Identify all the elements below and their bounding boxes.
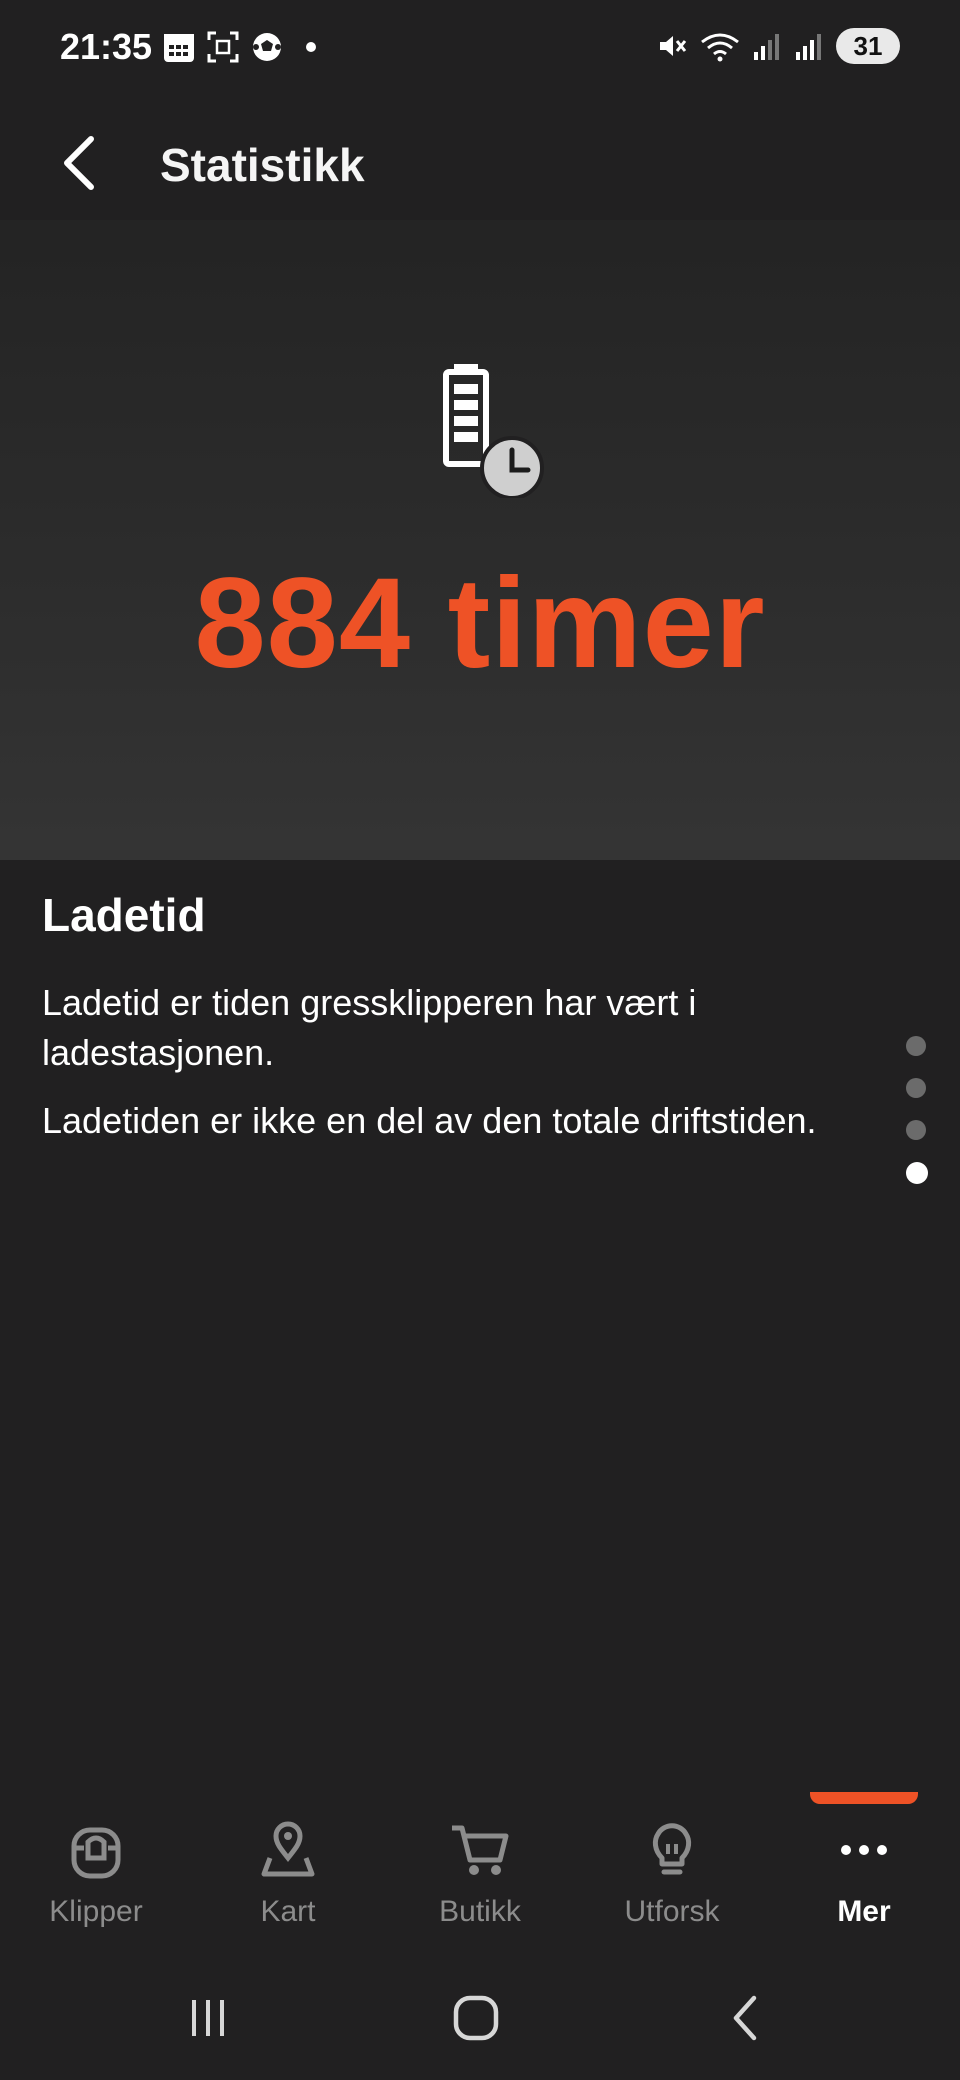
page-dot[interactable] [906, 1036, 926, 1056]
page-dot[interactable] [906, 1078, 926, 1098]
nav-label: Mer [837, 1895, 891, 1928]
nav-item-utforsk[interactable]: Utforsk [576, 1810, 768, 1950]
screenshot-icon [207, 31, 239, 63]
more-icon [841, 1845, 887, 1855]
page-dot[interactable] [906, 1120, 926, 1140]
recents-button[interactable] [168, 1988, 248, 2048]
hero-background [0, 220, 960, 860]
bottom-nav: Klipper Kart Butikk Utforsk Mer [0, 1780, 960, 1960]
calendar-icon [164, 34, 194, 62]
nav-item-mer[interactable]: Mer [768, 1810, 960, 1950]
map-pin-icon [261, 1821, 315, 1877]
stat-description: Ladetid Ladetid er tiden gressklipperen … [42, 888, 862, 1164]
home-button[interactable] [436, 1988, 516, 2048]
description-paragraph: Ladetiden er ikke en del av den totale d… [42, 1100, 817, 1141]
mute-icon [660, 36, 687, 56]
nav-label: Butikk [439, 1895, 521, 1928]
app-header: Statistikk [0, 110, 960, 220]
back-arrow-icon [64, 136, 94, 190]
battery-clock-icon [443, 364, 544, 498]
recents-icon [192, 2000, 224, 2036]
status-bar: 21:35 31 [0, 0, 960, 100]
battery-indicator: 31 [836, 28, 900, 64]
nav-item-butikk[interactable]: Butikk [384, 1810, 576, 1950]
page-dot-active[interactable] [906, 1162, 928, 1184]
active-tab-indicator [810, 1792, 918, 1804]
soccer-ball-icon [253, 33, 281, 61]
section-title: Ladetid [42, 889, 206, 941]
status-time: 21:35 [60, 26, 153, 67]
stat-value: 884 timer [194, 552, 766, 695]
lightbulb-icon [652, 1823, 692, 1875]
nav-label: Kart [260, 1895, 316, 1928]
page-title: Statistikk [160, 139, 365, 191]
system-nav-bar [0, 1960, 960, 2080]
back-icon [733, 1995, 757, 2041]
wifi-icon [701, 33, 739, 62]
description-paragraph: Ladetid er tiden gressklipperen har vært… [42, 982, 697, 1073]
home-icon [453, 1995, 499, 2041]
cart-icon [452, 1825, 509, 1875]
status-right-icons: 31 [656, 28, 900, 64]
nav-item-klipper[interactable]: Klipper [0, 1810, 192, 1950]
back-button[interactable] [44, 128, 114, 198]
stat-hero: 884 timer [0, 220, 960, 860]
dot-icon [306, 42, 316, 52]
signal-icon [754, 34, 779, 60]
page-indicator [906, 1036, 928, 1184]
nav-label: Klipper [49, 1895, 143, 1928]
nav-label: Utforsk [624, 1895, 720, 1928]
nav-item-kart[interactable]: Kart [192, 1810, 384, 1950]
signal-icon [796, 34, 821, 60]
mower-icon [71, 1827, 121, 1879]
system-back-button[interactable] [706, 1988, 786, 2048]
status-left-icons [162, 30, 328, 64]
